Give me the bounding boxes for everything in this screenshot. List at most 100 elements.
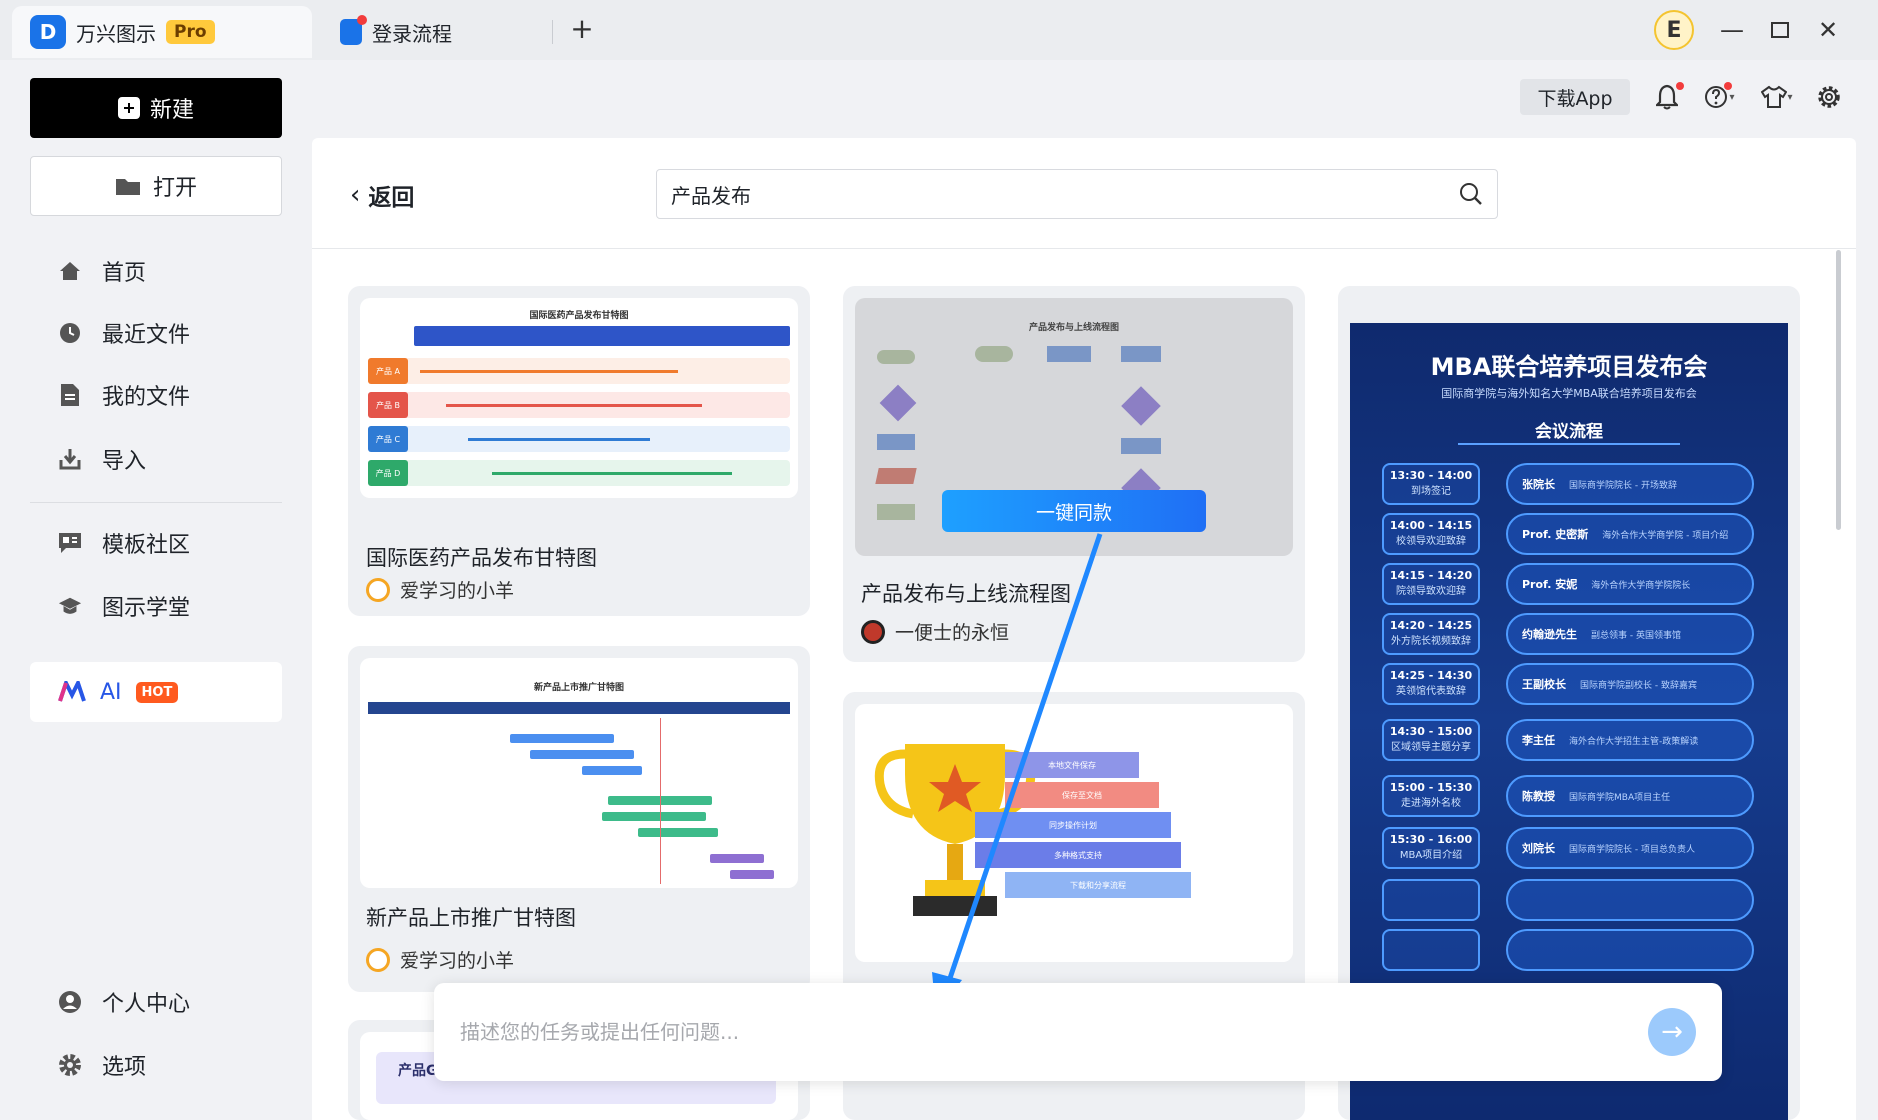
help-button[interactable]: ▾ [1700,80,1740,114]
open-button[interactable]: 打开 [30,156,282,216]
home-icon [58,259,82,283]
settings-button[interactable] [1814,80,1844,114]
author-avatar [861,619,885,644]
template-title[interactable]: 新产品上市推广甘特图 [366,902,576,932]
back-label: 返回 [368,185,415,211]
template-card[interactable]: 国际医药产品发布甘特图 产品 A 产品 B 产品 C 产品 D 国际医药产品发布… [348,286,810,616]
sidebar-item-import[interactable]: 导入 [58,439,146,479]
sidebar-item-label: 导入 [102,449,147,474]
scrollbar[interactable] [1836,250,1841,530]
maximize-icon [1771,22,1789,38]
speaker-name: Prof. 安妮 [1522,578,1578,591]
speaker-name: 李主任 [1522,734,1555,747]
file-icon [58,383,82,407]
agenda-speaker: 陈教授 国际商学院MBA项目主任 [1506,775,1754,817]
speaker-role: 国际商学院院长 - 开场致辞 [1569,480,1677,491]
template-author[interactable]: 爱学习的小羊 [366,946,514,973]
agenda-desc: 外方院长视频致辞 [1391,636,1471,647]
close-button[interactable]: ✕ [1810,12,1846,48]
graduation-cap-icon [58,594,82,618]
agenda-time-text: 14:15 - 14:20 [1389,569,1473,582]
maximize-button[interactable] [1762,12,1798,48]
gantt-bar [602,812,706,821]
back-button[interactable]: ‹ 返回 [350,176,414,214]
template-card[interactable]: 新产品上市推广甘特图 新产品上市推广甘特图 爱学习的小羊 [348,646,810,992]
ai-prompt-input[interactable] [460,1020,1648,1044]
new-button[interactable]: 新建 [30,78,282,138]
agenda-time-text: 14:00 - 14:15 [1389,519,1473,532]
gear-icon [1818,86,1840,108]
agenda-row: 15:00 - 15:30 走进海外名校 陈教授 国际商学院MBA项目主任 [1382,775,1762,817]
sidebar-item-ai[interactable]: AI HOT [30,662,282,722]
flow-shape [1121,386,1161,426]
flow-shape [1121,438,1161,454]
agenda-speaker: Prof. 史密斯 海外合作大学商学院 - 项目介绍 [1506,513,1754,555]
sidebar-item-academy[interactable]: 图示学堂 [58,586,190,626]
ai-prompt-box[interactable]: → [434,983,1722,1081]
tab-label: 登录流程 [372,21,452,46]
agenda-speaker: Prof. 安妮 海外合作大学商学院院长 [1506,563,1754,605]
tab-login-flow[interactable]: 登录流程 [322,6,552,58]
gantt-bar [638,828,718,837]
shirt-icon [1761,85,1788,108]
minimize-button[interactable]: — [1714,12,1750,48]
skin-button[interactable]: ▾ [1756,80,1798,114]
flow-shape [877,350,915,364]
agenda-time: 13:30 - 14:00 到场签记 [1382,463,1480,505]
sidebar-item-label: 最近文件 [102,323,191,348]
bell-icon [1656,84,1678,110]
clock-icon [58,321,82,345]
community-icon [58,531,82,555]
sidebar-item-label: 模板社区 [102,533,191,558]
flow-shape [1121,346,1161,362]
agenda-time: 14:15 - 14:20 院领导致欢迎辞 [1382,563,1480,605]
tab-home[interactable]: D 万兴图示 Pro [12,6,312,58]
download-app-button[interactable]: 下载App [1520,79,1630,115]
poster-section: 会议流程 [1535,422,1603,442]
agenda-time-text: 13:30 - 14:00 [1389,469,1473,482]
agenda-time: 14:20 - 14:25 外方院长视频致辞 [1382,613,1480,655]
sidebar-item-home[interactable]: 首页 [58,251,146,291]
sidebar-item-my-files[interactable]: 我的文件 [58,375,190,415]
gantt-row: 产品 B [368,392,790,418]
new-label: 新建 [149,98,194,123]
gear-icon [58,1053,82,1077]
send-button[interactable]: → [1648,1008,1696,1056]
sidebar-item-options[interactable]: 选项 [58,1045,146,1085]
speaker-role: 海外合作大学商学院院长 [1591,580,1691,591]
avatar[interactable]: E [1654,10,1694,50]
gantt-row: 产品 A [368,358,790,384]
speaker-role: 国际商学院副校长 - 致辞嘉宾 [1580,680,1697,691]
agenda-desc: 走进海外名校 [1401,798,1461,809]
author-avatar [366,577,390,602]
agenda-row: 14:25 - 14:30 英领馆代表致辞 王副校长 国际商学院副校长 - 致辞嘉宾 [1382,663,1762,705]
agenda-row: 14:15 - 14:20 院领导致欢迎辞 Prof. 安妮 海外合作大学商学院院长 [1382,563,1762,605]
search-icon[interactable] [1459,182,1483,206]
agenda-desc: 英领馆代表致辞 [1396,686,1466,697]
sidebar-item-label: 我的文件 [102,385,191,410]
author-name: 爱学习的小羊 [400,950,515,972]
template-author[interactable]: 爱学习的小羊 [366,576,514,603]
agenda-row [1382,929,1762,971]
speaker-name: 约翰逊先生 [1522,628,1577,641]
document-icon [340,15,367,45]
tab-divider [552,20,553,44]
sidebar-item-template-community[interactable]: 模板社区 [58,523,190,563]
flow-shape [879,384,917,422]
sidebar-item-personal-center[interactable]: 个人中心 [58,982,190,1022]
sidebar-item-recent[interactable]: 最近文件 [58,313,190,353]
speaker-role: 副总领事 - 英国领事馆 [1591,630,1681,641]
agenda-speaker [1506,879,1754,921]
chevron-left-icon: ‹ [350,180,361,210]
notification-button[interactable] [1652,80,1684,114]
plus-icon [117,97,140,119]
search-box[interactable] [656,169,1498,219]
author-avatar [366,947,390,972]
agenda-speaker: 李主任 海外合作大学招生主管-政策解读 [1506,719,1754,761]
agenda-speaker: 张院长 国际商学院院长 - 开场致辞 [1506,463,1754,505]
sidebar-item-label: 首页 [102,261,147,286]
sidebar-item-label: 图示学堂 [102,596,191,621]
add-tab-button[interactable]: + [566,12,598,45]
template-title[interactable]: 国际医药产品发布甘特图 [366,542,597,572]
search-input[interactable] [671,182,1459,206]
